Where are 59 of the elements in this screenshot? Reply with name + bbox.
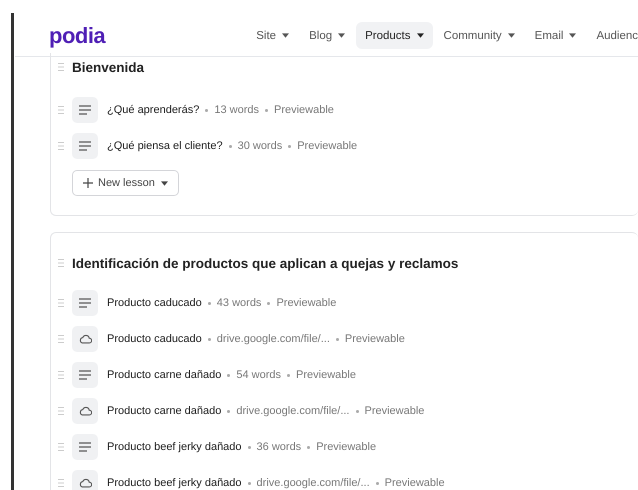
text-icon — [79, 298, 91, 308]
lesson-status: Previewable — [344, 333, 405, 345]
lesson-title[interactable]: Producto carne dañado — [107, 369, 222, 381]
caret-icon — [416, 33, 424, 38]
lesson-status: Previewable — [274, 104, 334, 116]
drag-handle-icon[interactable] — [58, 371, 64, 379]
caret-icon — [282, 33, 290, 38]
caret-icon — [160, 180, 168, 186]
section-title: Identificación de productos que aplican a quejas y reclamos — [72, 256, 458, 270]
text-icon — [79, 370, 91, 380]
drag-handle-icon[interactable] — [58, 63, 64, 71]
lesson-title[interactable]: Producto caducado — [107, 333, 202, 345]
drag-handle-icon[interactable] — [58, 479, 64, 487]
lesson-detail: drive.google.com/file/... — [236, 405, 350, 417]
lesson-detail: 30 words — [238, 140, 282, 152]
drag-handle-icon[interactable] — [58, 299, 64, 307]
text-icon — [79, 141, 91, 151]
drag-handle-icon[interactable] — [58, 335, 64, 343]
nav-tab[interactable]: Audienc — [587, 22, 638, 49]
lesson-title[interactable]: ¿Qué piensa el cliente? — [107, 140, 223, 152]
nav-tab[interactable]: Email — [526, 22, 586, 49]
podia-logo[interactable]: podia — [49, 22, 106, 48]
nav-tab[interactable]: Blog — [300, 22, 354, 49]
nav-tab[interactable]: Community — [434, 22, 524, 49]
text-icon — [79, 442, 91, 452]
drag-handle-icon[interactable] — [58, 259, 64, 267]
lesson-title[interactable]: Producto caducado — [107, 297, 202, 309]
lesson-detail: drive.google.com/file/... — [256, 477, 370, 489]
text-icon — [79, 105, 91, 115]
lesson-detail: 36 words — [256, 441, 302, 453]
lesson-status: Previewable — [364, 405, 424, 417]
lesson-detail: 43 words — [216, 297, 262, 309]
lesson-status: Previewable — [297, 140, 358, 152]
new-lesson-button[interactable]: New lesson — [72, 170, 179, 196]
lesson-detail: drive.google.com/file/... — [216, 333, 330, 345]
drag-handle-icon[interactable] — [58, 142, 64, 150]
section-title: Bienvenida — [72, 60, 144, 74]
lesson-status: Previewable — [384, 477, 445, 489]
drag-handle-icon[interactable] — [58, 407, 64, 415]
lesson-status: Previewable — [316, 441, 376, 453]
cloud-icon — [78, 406, 92, 416]
nav-tab[interactable]: Products — [356, 22, 433, 49]
cloud-icon — [78, 334, 92, 344]
caret-icon — [338, 33, 346, 38]
lesson-status: Previewable — [276, 297, 336, 309]
lesson-status: Previewable — [296, 369, 356, 381]
caret-icon — [508, 33, 515, 38]
lesson-detail: 13 words — [214, 104, 259, 116]
lesson-title[interactable]: ¿Qué aprenderás? — [107, 104, 200, 116]
nav-tab[interactable]: Site — [247, 22, 298, 49]
lesson-detail: 54 words — [236, 369, 282, 381]
plus-icon — [83, 178, 93, 188]
cloud-icon — [78, 478, 92, 488]
lesson-title[interactable]: Producto beef jerky dañado — [107, 477, 242, 489]
caret-icon — [569, 33, 576, 38]
lesson-title[interactable]: Producto beef jerky dañado — [107, 441, 242, 453]
drag-handle-icon[interactable] — [58, 443, 64, 451]
drag-handle-icon[interactable] — [58, 106, 64, 114]
lesson-title[interactable]: Producto carne dañado — [107, 405, 222, 417]
